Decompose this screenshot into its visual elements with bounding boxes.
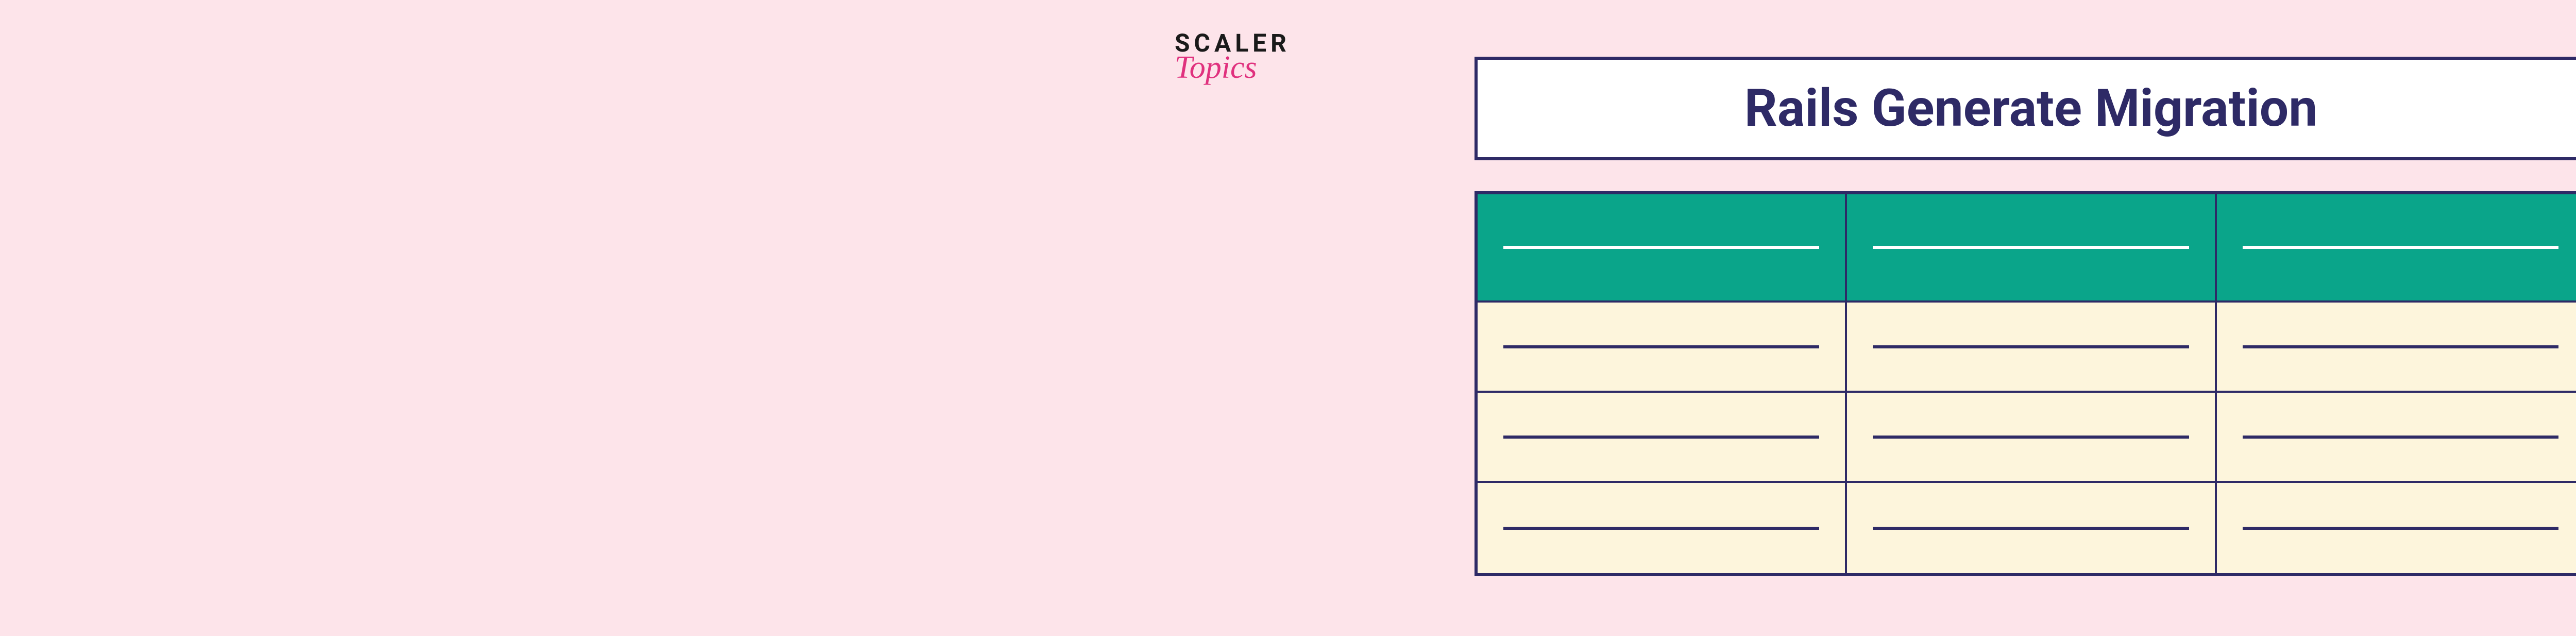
table-cell (1478, 483, 1847, 573)
migration-table (1475, 191, 2576, 576)
table-cell (2217, 393, 2576, 481)
table-header-row (1478, 194, 2576, 303)
placeholder-line (2243, 527, 2558, 530)
placeholder-line (1873, 436, 2189, 439)
table-cell (2217, 483, 2576, 573)
scaler-topics-logo: SCALER Topics (1175, 31, 1291, 82)
placeholder-line (1873, 527, 2189, 530)
placeholder-line (1873, 345, 2189, 348)
placeholder-line (1873, 246, 2189, 249)
table-header-cell (2217, 194, 2576, 300)
placeholder-line (1503, 436, 1819, 439)
table-cell (1847, 483, 2216, 573)
table-cell (1478, 393, 1847, 481)
table-cell (1847, 393, 2216, 481)
page-title: Rails Generate Migration (1488, 78, 2574, 139)
table-row (1478, 303, 2576, 393)
title-box: Rails Generate Migration (1475, 57, 2576, 160)
placeholder-line (2243, 436, 2558, 439)
table-row (1478, 393, 2576, 483)
table-cell (1847, 303, 2216, 391)
table-header-cell (1847, 194, 2216, 300)
content-wrapper: Rails Generate Migration (1475, 57, 2576, 576)
placeholder-line (2243, 345, 2558, 348)
placeholder-line (1503, 345, 1819, 348)
table-cell (1478, 303, 1847, 391)
logo-topics-text: Topics (1175, 54, 1257, 82)
placeholder-line (1503, 246, 1819, 249)
placeholder-line (1503, 527, 1819, 530)
table-row (1478, 483, 2576, 573)
table-header-cell (1478, 194, 1847, 300)
table-cell (2217, 303, 2576, 391)
placeholder-line (2243, 246, 2558, 249)
